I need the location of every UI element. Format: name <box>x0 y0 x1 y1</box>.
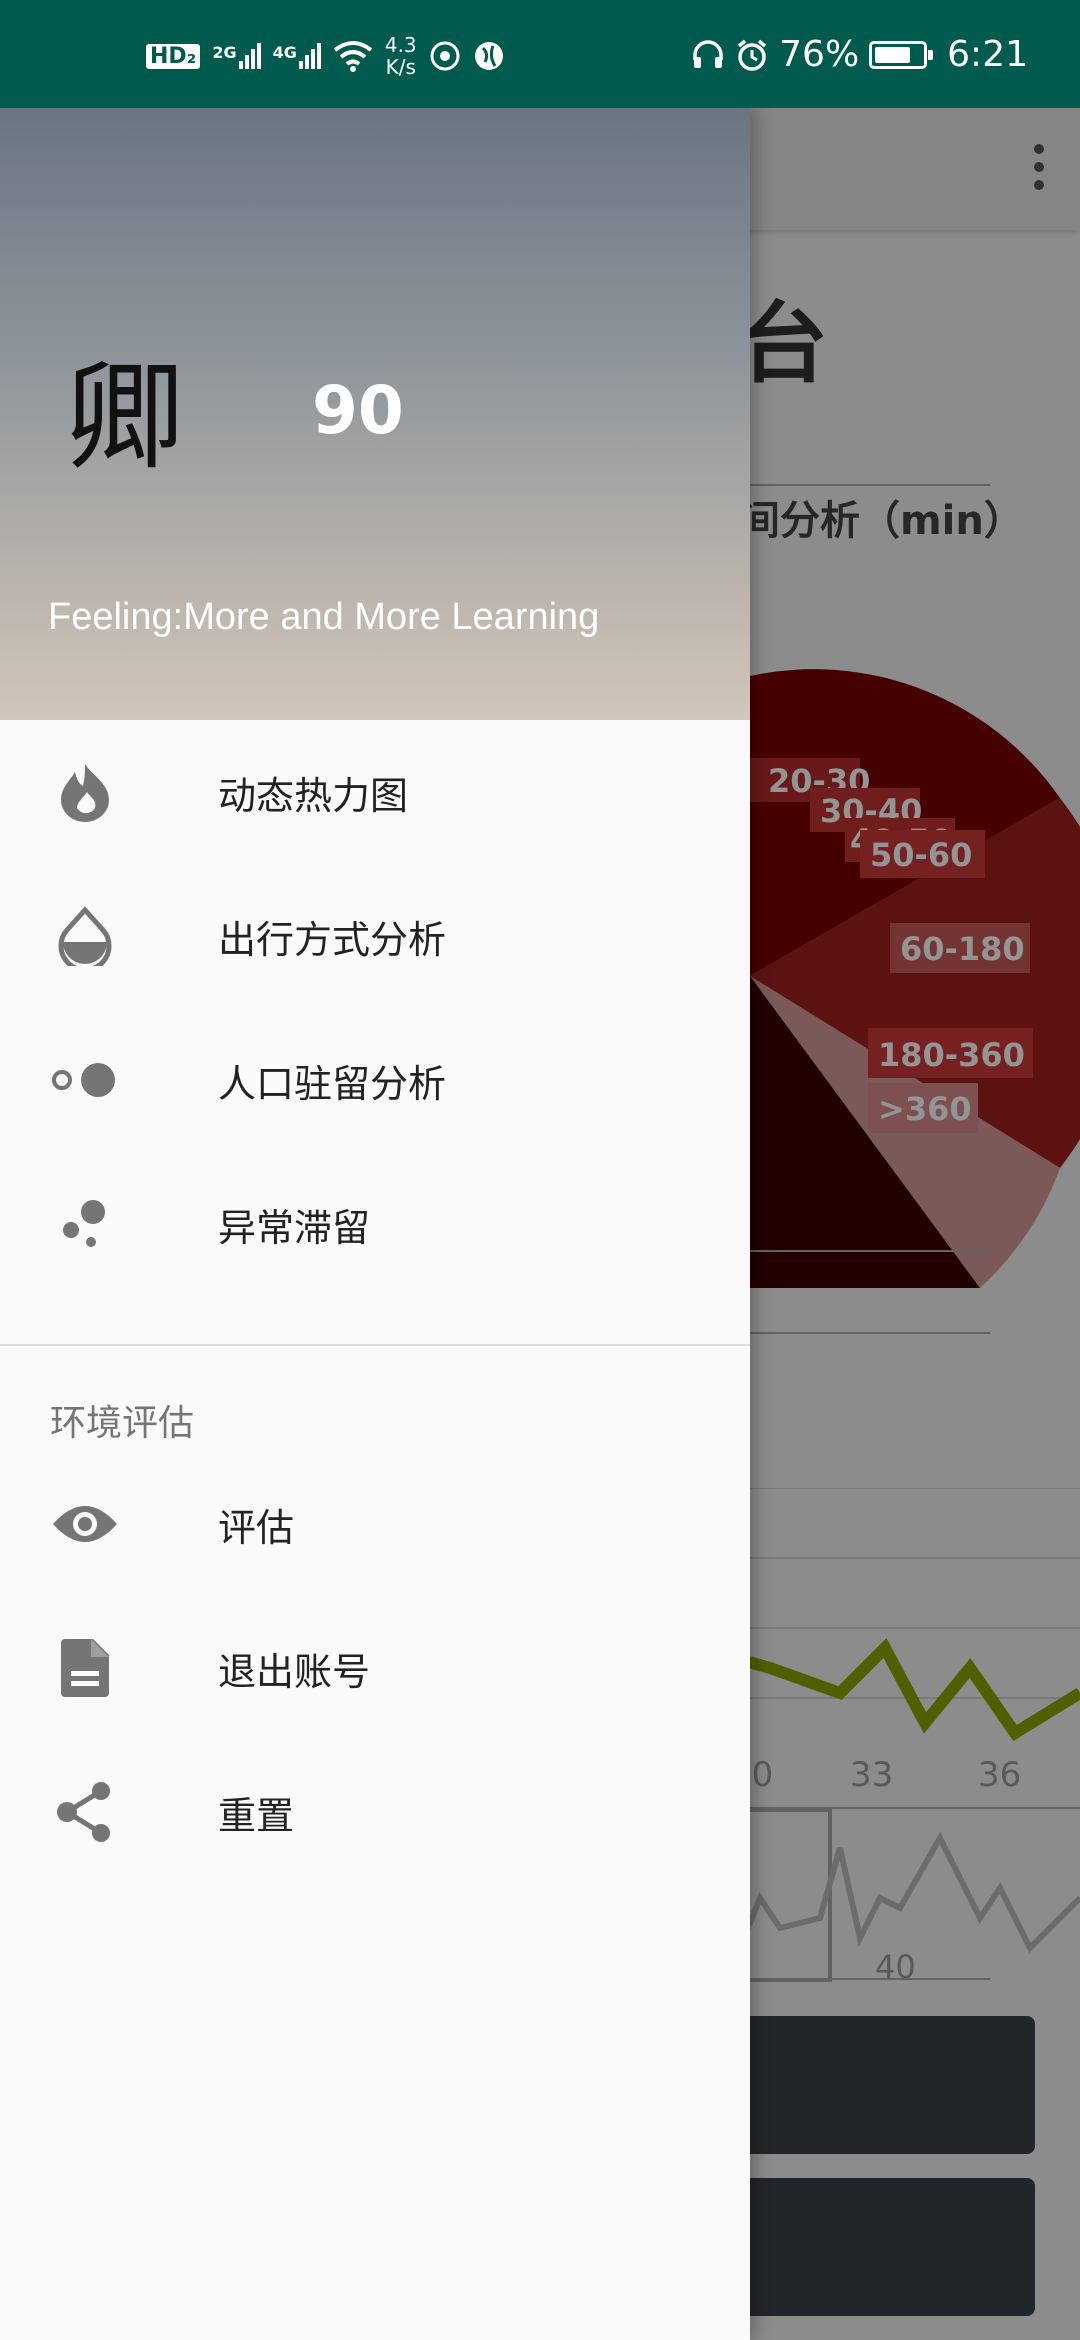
menu-label-population-stay: 人口驻留分析 <box>218 1061 447 1106</box>
menu-label-evaluate: 评估 <box>218 1505 295 1550</box>
globe-app-icon <box>474 42 503 70</box>
drawer-divider <box>0 1344 750 1346</box>
swirl-app-icon <box>430 41 460 71</box>
battery-percent: 76% <box>779 34 860 75</box>
menu-item-population-stay[interactable]: 人口驻留分析 <box>0 1008 750 1152</box>
menu-item-abnormal-stay[interactable]: 异常滞留 <box>0 1152 750 1296</box>
wifi-icon <box>333 41 373 72</box>
menu-label-reset: 重置 <box>218 1793 295 1838</box>
net-speed-unit: K/s <box>385 55 416 79</box>
user-score: 90 <box>312 372 404 449</box>
headset-icon <box>693 39 723 68</box>
signal-2g-label: 2G <box>212 43 237 62</box>
status-bar: HD₂ 2G 4G 4.3 K/s 76% 6:21 <box>0 0 1080 108</box>
signal-2g-icon: 2G <box>212 43 261 69</box>
status-left: HD₂ 2G 4G 4.3 K/s <box>146 34 505 78</box>
menu-item-evaluate[interactable]: 评估 <box>0 1452 750 1596</box>
dots-icon <box>50 1045 120 1115</box>
user-motto: Feeling:More and More Learning <box>48 596 600 638</box>
signal-4g-label: 4G <box>272 43 297 62</box>
hd-badge: HD₂ <box>146 43 201 69</box>
menu-label-travel-mode: 出行方式分析 <box>218 917 447 962</box>
share-icon <box>50 1777 120 1847</box>
menu-item-logout[interactable]: 退出账号 <box>0 1596 750 1740</box>
navigation-drawer: 卿 90 Feeling:More and More Learning 动态热力… <box>0 108 750 2340</box>
menu-label-heatmap: 动态热力图 <box>218 773 409 818</box>
avatar-character[interactable]: 卿 <box>66 358 184 476</box>
status-right: 76% 6:21 <box>691 34 1028 75</box>
net-speed-value: 4.3 <box>384 33 417 57</box>
document-icon <box>50 1633 120 1703</box>
eye-icon <box>50 1489 120 1559</box>
drop-icon <box>50 901 120 971</box>
section-title-environment: 环境评估 <box>50 1403 195 1444</box>
menu-item-heatmap[interactable]: 动态热力图 <box>0 720 750 864</box>
signal-4g-icon: 4G <box>273 43 321 69</box>
menu-label-logout: 退出账号 <box>218 1649 371 1694</box>
menu-item-travel-mode[interactable]: 出行方式分析 <box>0 864 750 1008</box>
battery-icon <box>869 40 934 69</box>
net-speed: 4.3 K/s <box>385 34 417 78</box>
drawer-header: 卿 90 Feeling:More and More Learning <box>0 108 750 720</box>
menu-label-abnormal-stay: 异常滞留 <box>218 1205 371 1250</box>
alarm-icon <box>738 39 767 71</box>
clock: 6:21 <box>947 34 1028 75</box>
flame-icon <box>50 757 120 827</box>
bubbles-icon <box>50 1189 120 1259</box>
menu-item-reset[interactable]: 重置 <box>0 1740 750 1884</box>
